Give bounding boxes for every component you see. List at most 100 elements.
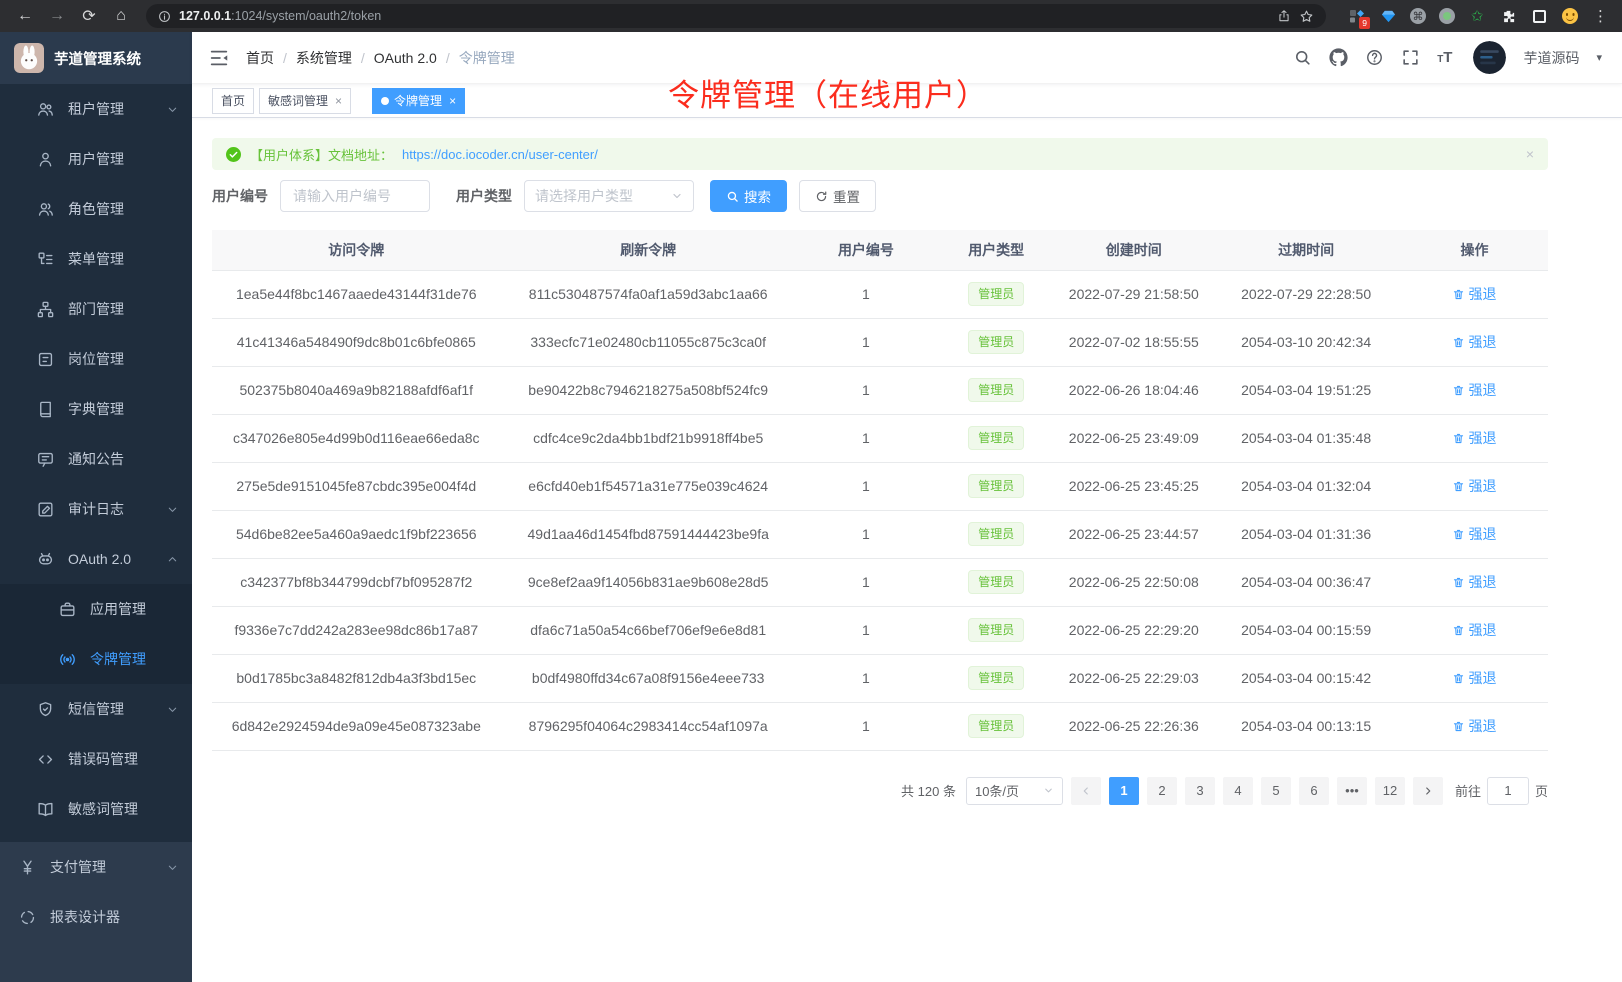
sidebar-item-user[interactable]: 用户管理 (0, 134, 192, 184)
collapse-sidebar-icon[interactable] (208, 47, 230, 69)
profile-avatar-icon[interactable] (1561, 7, 1579, 25)
page-button-5[interactable]: 5 (1261, 777, 1291, 805)
browser-reload-button[interactable]: ⟳ (76, 3, 102, 29)
search-button[interactable]: 搜索 (710, 180, 787, 212)
extension-tag-assistant-icon[interactable]: 9 (1348, 7, 1366, 25)
force-logout-button[interactable]: 强退 (1452, 476, 1496, 496)
site-info-icon[interactable] (158, 10, 171, 23)
sidebar-item-menu[interactable]: 菜单管理 (0, 234, 192, 284)
action-cell: 强退 (1401, 318, 1548, 366)
force-logout-button[interactable]: 强退 (1452, 524, 1496, 544)
refresh-token-cell: b0df4980ffd34c67a08f9156e4eee733 (501, 654, 796, 702)
broadcast-icon (58, 650, 77, 669)
browser-home-button[interactable]: ⌂ (108, 3, 134, 29)
tab-敏感词管理[interactable]: 敏感词管理× (259, 88, 351, 114)
top-navbar: 首页/系统管理/OAuth 2.0/令牌管理 TT 芋道源码 (192, 32, 1622, 84)
close-icon[interactable]: × (449, 94, 456, 108)
sidebar-item-report-designer[interactable]: 报表设计器 (0, 892, 192, 942)
extension-star-icon[interactable]: ✩ (1468, 7, 1486, 25)
trash-icon (1452, 480, 1465, 493)
sidebar-item-notice[interactable]: 通知公告 (0, 434, 192, 484)
bookmark-star-icon[interactable] (1299, 9, 1314, 24)
sidebar-item-role[interactable]: 角色管理 (0, 184, 192, 234)
action-cell: 强退 (1401, 414, 1548, 462)
page-button-3[interactable]: 3 (1185, 777, 1215, 805)
share-icon[interactable] (1277, 9, 1291, 23)
page-button-1[interactable]: 1 (1109, 777, 1139, 805)
prev-page-button[interactable] (1071, 777, 1101, 805)
sidebar-item-oauth2[interactable]: OAuth 2.0 (0, 534, 192, 584)
reading-mode-icon[interactable] (1530, 7, 1548, 25)
user-type-label: 用户类型 (456, 186, 512, 206)
user-type-select[interactable]: 请选择用户类型 (524, 180, 694, 212)
page-button-12[interactable]: 12 (1375, 777, 1405, 805)
close-icon[interactable]: × (335, 94, 342, 108)
force-logout-button[interactable]: 强退 (1452, 380, 1496, 400)
chevron-down-icon (167, 504, 178, 515)
force-logout-button[interactable]: 强退 (1452, 620, 1496, 640)
report-icon (18, 908, 37, 927)
tab-令牌管理[interactable]: 令牌管理× (372, 88, 465, 114)
caret-down-icon[interactable]: ▾ (1596, 51, 1602, 64)
sidebar-item-sms[interactable]: 短信管理 (0, 684, 192, 734)
sidebar-item-audit-log[interactable]: 审计日志 (0, 484, 192, 534)
help-icon[interactable] (1365, 48, 1384, 67)
user-id-input[interactable] (280, 180, 430, 212)
user-avatar[interactable] (1473, 41, 1506, 74)
audit-icon (36, 500, 55, 519)
page-button-2[interactable]: 2 (1147, 777, 1177, 805)
force-logout-button[interactable]: 强退 (1452, 428, 1496, 448)
extension-command-icon[interactable]: ⌘ (1410, 8, 1426, 24)
expired-cell: 2054-03-04 01:31:36 (1211, 510, 1401, 558)
reset-button[interactable]: 重置 (799, 180, 876, 212)
sidebar-item-token-manage[interactable]: 令牌管理 (0, 634, 192, 684)
browser-back-button[interactable]: ← (12, 3, 38, 29)
goto-page-input[interactable] (1487, 777, 1529, 805)
sidebar-item-tenant[interactable]: 租户管理 (0, 84, 192, 134)
force-logout-button[interactable]: 强退 (1452, 284, 1496, 304)
alert-doc-link[interactable]: https://doc.iocoder.cn/user-center/ (402, 147, 598, 162)
force-logout-button[interactable]: 强退 (1452, 716, 1496, 736)
user-type-cell: 管理员 (936, 702, 1056, 750)
sidebar-item-sensitive-word[interactable]: 敏感词管理 (0, 784, 192, 834)
next-page-button[interactable] (1413, 777, 1443, 805)
page-size-select[interactable]: 10条/页 (966, 777, 1063, 805)
close-icon[interactable]: × (1526, 146, 1534, 162)
sidebar: 芋道管理系统 租户管理用户管理角色管理菜单管理部门管理岗位管理字典管理通知公告审… (0, 32, 192, 982)
sidebar-logo-bar[interactable]: 芋道管理系统 (0, 32, 192, 84)
sidebar-item-department[interactable]: 部门管理 (0, 284, 192, 334)
browser-forward-button[interactable]: → (44, 3, 70, 29)
fullscreen-icon[interactable] (1401, 48, 1420, 67)
page-button-4[interactable]: 4 (1223, 777, 1253, 805)
sidebar-item-label: 应用管理 (90, 599, 146, 619)
breadcrumb-item[interactable]: 系统管理 (296, 48, 352, 68)
breadcrumb-item[interactable]: 首页 (246, 48, 274, 68)
sidebar-item-label: 支付管理 (50, 857, 106, 877)
search-icon[interactable] (1293, 48, 1312, 67)
sidebar-item-app-manage[interactable]: 应用管理 (0, 584, 192, 634)
page-button-6[interactable]: 6 (1299, 777, 1329, 805)
extension-record-icon[interactable] (1439, 8, 1455, 24)
force-logout-button[interactable]: 强退 (1452, 668, 1496, 688)
oauth-icon (36, 550, 55, 569)
address-bar[interactable]: 127.0.0.1:1024/system/oauth2/token (146, 4, 1326, 28)
tabs-bar: 首页敏感词管理× 令牌管理× (192, 84, 1622, 118)
sidebar-item-pay[interactable]: 支付管理 (0, 842, 192, 892)
sidebar-item-post[interactable]: 岗位管理 (0, 334, 192, 384)
table-row: 41c41346a548490f9dc8b01c6bfe0865333ecfc7… (212, 318, 1548, 366)
extension-gem-icon[interactable] (1379, 7, 1397, 25)
user-id-cell: 1 (796, 318, 936, 366)
username[interactable]: 芋道源码 (1523, 48, 1579, 68)
force-logout-button[interactable]: 强退 (1452, 572, 1496, 592)
sidebar-item-dict[interactable]: 字典管理 (0, 384, 192, 434)
breadcrumb-item[interactable]: OAuth 2.0 (374, 50, 437, 66)
sidebar-item-error-code[interactable]: 错误码管理 (0, 734, 192, 784)
extensions-puzzle-icon[interactable] (1499, 7, 1517, 25)
tab-首页[interactable]: 首页 (212, 88, 254, 114)
font-size-icon[interactable]: TT (1437, 49, 1452, 66)
force-logout-button[interactable]: 强退 (1452, 332, 1496, 352)
github-icon[interactable] (1329, 48, 1348, 67)
user-type-badge: 管理员 (968, 330, 1024, 354)
page-ellipsis-button[interactable]: ••• (1337, 777, 1367, 805)
browser-menu-icon[interactable]: ⋮ (1592, 7, 1610, 25)
